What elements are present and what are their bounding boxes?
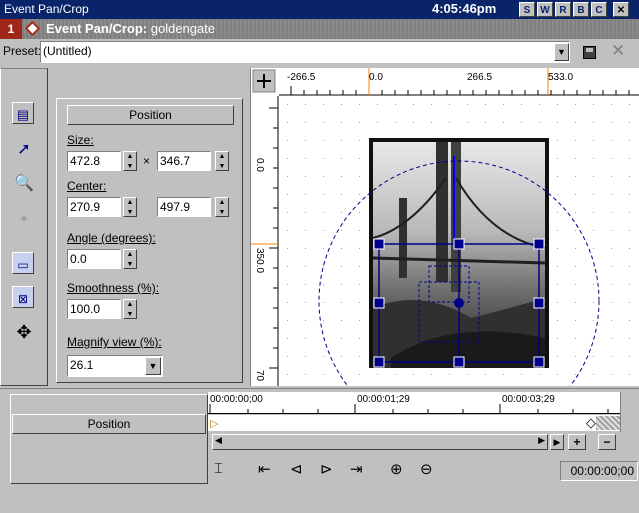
scroll-left-icon: ◀ xyxy=(215,435,222,445)
prev-keyframe-icon[interactable]: ⊲ xyxy=(290,460,303,478)
sync-cursor-icon[interactable]: ⌶ xyxy=(214,460,223,477)
horizontal-scrollbar[interactable]: ◀ ▶ xyxy=(212,434,548,450)
event-header: 1 Event Pan/Crop: goldengate xyxy=(0,19,639,39)
size-label: Size: xyxy=(67,133,94,147)
end-keyframe-icon[interactable]: ◇ xyxy=(586,415,596,431)
start-keyframe-icon[interactable]: ▷ xyxy=(210,417,218,430)
ruler-top-3: 266.5 xyxy=(467,72,493,83)
next-icon[interactable]: ▶ xyxy=(550,434,564,450)
last-keyframe-icon[interactable]: ⇥ xyxy=(350,460,363,478)
center-y-input[interactable]: 497.9 xyxy=(157,197,211,217)
move-icon[interactable]: ✥ xyxy=(12,320,36,344)
pan-crop-workspace[interactable]: -266.5 0.0 266.5 533.0 0.0 350.0 70 xyxy=(250,68,639,386)
event-label: Event Pan/Crop: goldengate xyxy=(46,21,216,36)
clock: 4:05:46pm xyxy=(432,1,497,16)
s-button[interactable]: S xyxy=(519,2,535,17)
smoothness-input[interactable]: 100.0 xyxy=(67,299,121,319)
time-label-3: 00:00:03;29 xyxy=(502,394,555,405)
angle-label: Angle (degrees): xyxy=(67,231,156,245)
preset-dropdown-arrow-icon[interactable]: ▼ xyxy=(554,43,569,61)
ruler-top-2: 0.0 xyxy=(369,72,383,83)
smoothness-label: Smoothness (%): xyxy=(67,281,160,295)
close-icon[interactable]: ✕ xyxy=(613,2,629,17)
time-label-1: 00:00:00;00 xyxy=(210,394,263,405)
save-preset-icon[interactable] xyxy=(583,46,596,59)
c-button[interactable]: C xyxy=(591,2,607,17)
delete-keyframe-icon[interactable]: ⊖ xyxy=(420,460,433,478)
first-keyframe-icon[interactable]: ⇤ xyxy=(258,460,271,478)
fit-icon[interactable]: ⊠ xyxy=(12,286,34,308)
size-height-input[interactable]: 346.7 xyxy=(157,151,211,171)
zoom-icon[interactable]: 🔍 xyxy=(12,172,36,196)
center-y-spinner[interactable]: ▲ ▼ xyxy=(215,197,229,217)
position-panel: Position Size: 472.8 ▲ ▼ × 346.7 ▲ ▼ Cente… xyxy=(56,98,243,383)
time-display: 00:00:00;00 xyxy=(560,461,638,481)
track-position[interactable]: Position xyxy=(12,414,206,434)
event-number: 1 xyxy=(0,19,22,39)
size-x: × xyxy=(143,154,151,168)
preset-select[interactable]: (Untitled) xyxy=(40,41,570,63)
w-button[interactable]: W xyxy=(537,2,553,17)
window-title: Event Pan/Crop xyxy=(4,2,89,16)
time-ruler: 00:00:00;00 00:00:01;29 00:00:03;29 xyxy=(208,392,620,414)
b-button[interactable]: B xyxy=(573,2,589,17)
status-bar xyxy=(0,490,639,513)
angle-spinner[interactable]: ▲ ▼ xyxy=(123,249,137,269)
keyframe-track[interactable]: ▷ ◇ xyxy=(208,415,620,431)
magnify-label: Magnify view (%): xyxy=(67,335,162,349)
properties-icon[interactable]: ▤ xyxy=(12,102,34,124)
angle-input[interactable]: 0.0 xyxy=(67,249,121,269)
pointer-icon[interactable]: ➚ xyxy=(12,138,36,162)
size-width-spinner[interactable]: ▲ ▼ xyxy=(123,151,137,171)
title-bar: Event Pan/Crop 4:05:46pm S W R B C ✕ xyxy=(0,0,639,19)
section-title: Position xyxy=(67,105,234,125)
ruler-top-4: 533.0 xyxy=(548,72,574,83)
ruler-left-2: 350.0 xyxy=(254,248,265,274)
ruler-left-1: 0.0 xyxy=(254,158,265,172)
next-keyframe-icon[interactable]: ⊳ xyxy=(320,460,333,478)
center-x-spinner[interactable]: ▲ ▼ xyxy=(123,197,137,217)
zoom-in-button[interactable]: + xyxy=(568,434,586,450)
center-handle xyxy=(454,298,464,308)
smoothness-spinner[interactable]: ▲ ▼ xyxy=(123,299,137,319)
delete-preset-icon[interactable]: ✕ xyxy=(611,41,625,61)
size-width-input[interactable]: 472.8 xyxy=(67,151,121,171)
normal-edit-icon[interactable]: ⌖ xyxy=(12,206,36,230)
zoom-out-button[interactable]: − xyxy=(598,434,616,450)
source-aspect-icon[interactable]: ▭ xyxy=(12,252,34,274)
track-list xyxy=(10,394,208,484)
scroll-right-icon: ▶ xyxy=(538,435,545,445)
size-height-spinner[interactable]: ▲ ▼ xyxy=(215,151,229,171)
magnify-dropdown-arrow-icon[interactable]: ▼ xyxy=(145,357,161,375)
ruler-left-3: 70 xyxy=(254,370,265,382)
vertical-scrollbar[interactable] xyxy=(620,392,639,432)
preset-label: Preset: xyxy=(3,44,42,58)
center-x-input[interactable]: 270.9 xyxy=(67,197,121,217)
add-keyframe-icon[interactable]: ⊕ xyxy=(390,460,403,478)
ruler-top-1: -266.5 xyxy=(287,72,316,83)
center-label: Center: xyxy=(67,179,107,193)
keyframe-diamond-icon xyxy=(24,20,41,37)
time-label-2: 00:00:01;29 xyxy=(357,394,410,405)
r-button[interactable]: R xyxy=(555,2,571,17)
